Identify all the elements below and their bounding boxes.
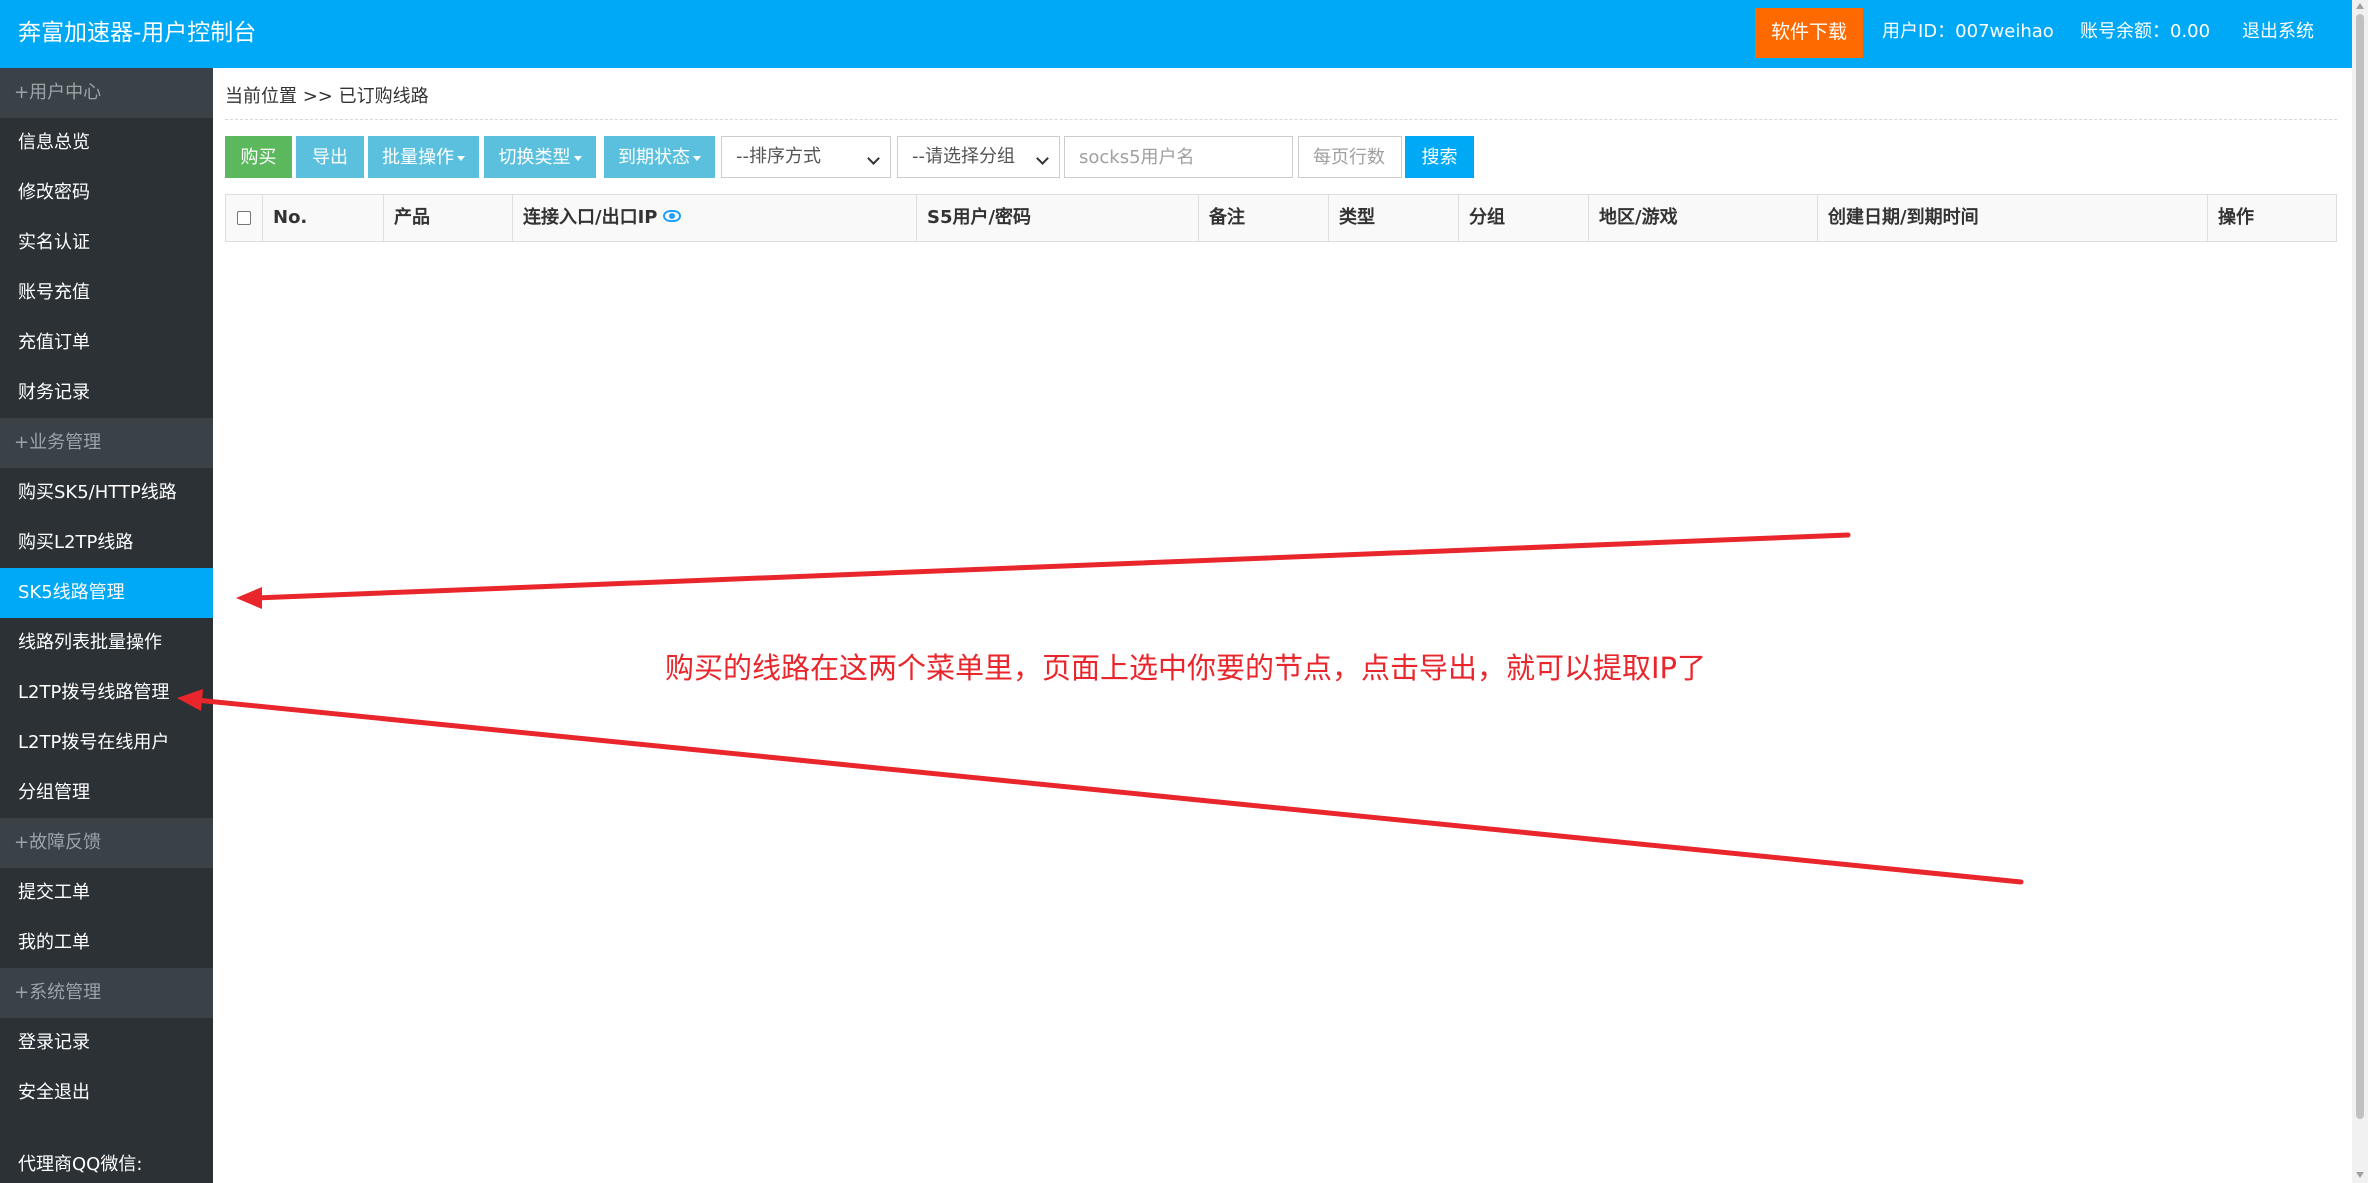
- sidebar-item-recharge-orders[interactable]: 充值订单: [0, 318, 213, 368]
- software-download-button[interactable]: 软件下载: [1755, 8, 1863, 58]
- select-all-cell: [226, 195, 263, 241]
- sidebar-group-fault-feedback[interactable]: +故障反馈: [0, 818, 213, 868]
- logout-link[interactable]: 退出系统: [2242, 0, 2314, 66]
- sidebar-item-group-management[interactable]: 分组管理: [0, 768, 213, 818]
- chevron-down-icon: [1036, 152, 1049, 165]
- caret-down-icon: [457, 155, 465, 161]
- caret-down-icon: [693, 155, 701, 161]
- buy-button-label: 购买: [240, 147, 277, 167]
- sidebar-item-finance-records[interactable]: 财务记录: [0, 368, 213, 418]
- rows-per-page-input[interactable]: [1298, 136, 1402, 178]
- column-header-entry-exit-ip[interactable]: 连接入口/出口IP: [513, 195, 917, 241]
- column-header-remark[interactable]: 备注: [1199, 195, 1329, 241]
- expire-status-dropdown[interactable]: 到期状态: [604, 136, 715, 178]
- annotation-arrow-to-l2tp: [177, 689, 2024, 885]
- sidebar-item-buy-l2tp[interactable]: 购买L2TP线路: [0, 518, 213, 568]
- chevron-down-icon: [867, 152, 880, 165]
- batch-operation-dropdown[interactable]: 批量操作: [368, 136, 479, 178]
- buy-button[interactable]: 购买: [225, 136, 292, 178]
- export-button-label: 导出: [312, 147, 348, 167]
- sidebar-group-business[interactable]: +业务管理: [0, 418, 213, 468]
- sort-method-value: --排序方式: [736, 146, 821, 167]
- sidebar-item-l2tp-online-users[interactable]: L2TP拨号在线用户: [0, 718, 213, 768]
- select-all-checkbox[interactable]: [237, 211, 251, 225]
- agent-contact-label: 代理商QQ微信:: [18, 1154, 143, 1175]
- sort-method-select[interactable]: --排序方式: [721, 136, 891, 178]
- sidebar: +用户中心 信息总览 修改密码 实名认证 账号充值 充值订单 财务记录 +业务管…: [0, 68, 213, 1183]
- batch-operation-label: 批量操作: [382, 147, 454, 167]
- expire-status-label: 到期状态: [618, 147, 690, 167]
- group-select[interactable]: --请选择分组: [897, 136, 1060, 178]
- sidebar-item-safe-logout[interactable]: 安全退出: [0, 1068, 213, 1118]
- column-header-operations[interactable]: 操作: [2208, 195, 2338, 241]
- breadcrumb-divider: [225, 119, 2337, 120]
- annotation-arrow-to-sk5: [236, 532, 1851, 609]
- scroll-up-arrow-icon[interactable]: [2356, 3, 2364, 9]
- sidebar-item-real-name-auth[interactable]: 实名认证: [0, 218, 213, 268]
- sidebar-group-user-center[interactable]: +用户中心: [0, 68, 213, 118]
- sidebar-item-my-tickets[interactable]: 我的工单: [0, 918, 213, 968]
- sidebar-item-line-batch-ops[interactable]: 线路列表批量操作: [0, 618, 213, 668]
- sidebar-item-account-recharge[interactable]: 账号充值: [0, 268, 213, 318]
- breadcrumb: 当前位置 >> 已订购线路: [225, 86, 429, 107]
- top-header: 奔富加速器-用户控制台 软件下载 用户ID：007weihao 账号余额：0.0…: [0, 0, 2352, 68]
- sidebar-item-info-overview[interactable]: 信息总览: [0, 118, 213, 168]
- switch-type-dropdown[interactable]: 切换类型: [484, 136, 596, 178]
- column-header-s5-user-password[interactable]: S5用户/密码: [917, 195, 1199, 241]
- group-select-value: --请选择分组: [912, 146, 1015, 167]
- annotation-note: 购买的线路在这两个菜单里，页面上选中你要的节点，点击导出，就可以提取IP了: [665, 651, 1707, 685]
- column-header-product[interactable]: 产品: [384, 195, 513, 241]
- sidebar-item-change-password[interactable]: 修改密码: [0, 168, 213, 218]
- sidebar-item-l2tp-line-management[interactable]: L2TP拨号线路管理: [0, 668, 213, 718]
- export-button[interactable]: 导出: [296, 136, 364, 178]
- sidebar-item-submit-ticket[interactable]: 提交工单: [0, 868, 213, 918]
- account-balance-text: 账号余额：0.00: [2080, 21, 2211, 42]
- scrollbar-thumb[interactable]: [2356, 14, 2364, 1119]
- page-scrollbar[interactable]: [2352, 0, 2368, 1183]
- user-id-text: 用户ID：007weihao: [1882, 21, 2054, 42]
- column-header-no[interactable]: No.: [263, 195, 384, 241]
- column-header-create-expire-date[interactable]: 创建日期/到期时间: [1818, 195, 2208, 241]
- entry-exit-ip-label: 连接入口/出口IP: [523, 207, 658, 228]
- search-button[interactable]: 搜索: [1405, 136, 1474, 178]
- lines-table-header: No. 产品 连接入口/出口IP S5用户/密码 备注 类型 分组 地区/游戏 …: [225, 194, 2337, 242]
- column-header-group[interactable]: 分组: [1459, 195, 1589, 241]
- app-title: 奔富加速器-用户控制台: [18, 20, 257, 46]
- sidebar-item-sk5-line-management[interactable]: SK5线路管理: [0, 568, 213, 618]
- socks5-username-input[interactable]: [1064, 136, 1293, 178]
- sidebar-item-buy-sk5-http[interactable]: 购买SK5/HTTP线路: [0, 468, 213, 518]
- search-button-label: 搜索: [1421, 147, 1458, 167]
- switch-type-label: 切换类型: [498, 147, 571, 167]
- page: 奔富加速器-用户控制台 软件下载 用户ID：007weihao 账号余额：0.0…: [0, 0, 2368, 1183]
- column-header-region-game[interactable]: 地区/游戏: [1589, 195, 1818, 241]
- eye-icon[interactable]: [663, 210, 682, 222]
- sidebar-group-system[interactable]: +系统管理: [0, 968, 213, 1018]
- column-header-type[interactable]: 类型: [1329, 195, 1459, 241]
- caret-down-icon: [573, 155, 582, 161]
- scroll-down-arrow-icon[interactable]: [2356, 1172, 2364, 1178]
- sidebar-item-login-records[interactable]: 登录记录: [0, 1018, 213, 1068]
